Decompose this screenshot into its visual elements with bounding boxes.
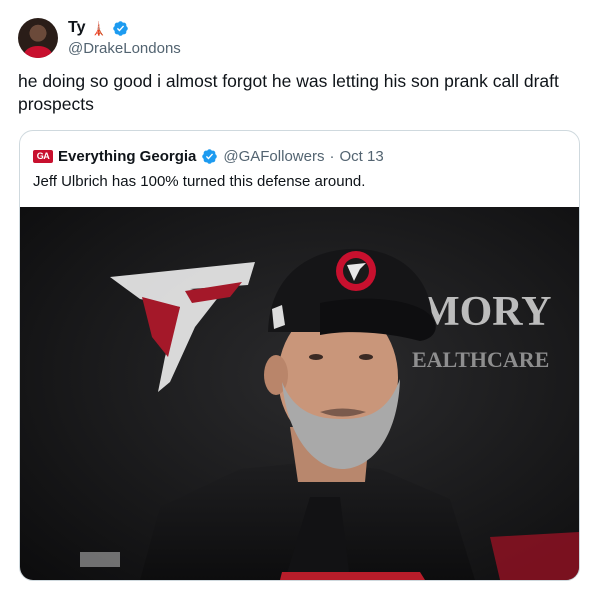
author-block: Ty 🗼 @DrakeLondons	[68, 18, 181, 57]
backdrop-text-sub: EALTHCARE	[412, 347, 549, 372]
quoted-tweet[interactable]: GA Everything Georgia @GAFollowers · Oct…	[19, 130, 580, 581]
quoted-text: Jeff Ulbrich has 100% turned this defens…	[33, 173, 366, 190]
quoted-date[interactable]: Oct 13	[339, 148, 383, 165]
dot-separator: ·	[329, 147, 335, 165]
backdrop-text-main: MORY	[420, 289, 552, 335]
author-avatar[interactable]	[18, 18, 58, 58]
tweet-text: he doing so good i almost forgot he was …	[18, 71, 559, 114]
quoted-author-name[interactable]: Everything Georgia	[58, 148, 196, 165]
quoted-header: GA Everything Georgia @GAFollowers · Oct…	[33, 146, 384, 166]
author-handle[interactable]: @DrakeLondons	[68, 40, 181, 57]
verified-badge-icon	[112, 20, 128, 36]
author-name-row: Ty 🗼	[68, 18, 181, 38]
avatar-shirt	[24, 46, 52, 58]
tower-emoji-icon: 🗼	[90, 20, 107, 36]
everything-georgia-logo-icon: GA	[33, 149, 53, 163]
quoted-author-handle[interactable]: @GAFollowers	[223, 148, 324, 165]
quoted-verified-badge-icon	[202, 148, 218, 164]
tweet-card: Ty 🗼 @DrakeLondons he doing so good i al…	[0, 0, 599, 600]
author-name[interactable]: Ty	[68, 19, 85, 37]
quoted-photo[interactable]: MORY EALTHCARE	[20, 207, 579, 580]
